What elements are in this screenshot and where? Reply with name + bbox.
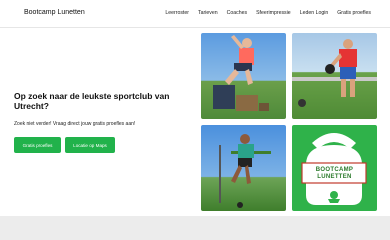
location-maps-button[interactable]: Locatie op Maps xyxy=(65,137,115,153)
hero-subtext: Zoek niet verder! Vraag direct jouw grat… xyxy=(14,121,136,127)
photo-kettlebell xyxy=(292,33,377,119)
logo-text-lunetten: LUNETTEN xyxy=(317,174,352,180)
nav-item-sfeerimpressie[interactable]: Sfeerimpressie xyxy=(256,10,291,16)
logo-text-bootcamp: BOOTCAMP xyxy=(315,167,354,173)
photo-jump xyxy=(201,125,286,211)
nav-item-leden-login[interactable]: Leden Login xyxy=(300,10,329,16)
nav-item-tarieven[interactable]: Tarieven xyxy=(198,10,218,16)
free-trial-button[interactable]: Gratis proefles xyxy=(14,137,61,153)
footer-strip xyxy=(0,216,390,240)
photo-box-jump xyxy=(201,33,286,119)
nav-item-coaches[interactable]: Coaches xyxy=(227,10,247,16)
hero-headline: Op zoek naar de leukste sportclub van Ut… xyxy=(14,91,170,111)
nav-item-gratis-proefles[interactable]: Gratis proefles xyxy=(337,10,371,16)
main-nav: Leerroster Tarieven Coaches Sfeerimpress… xyxy=(165,10,371,16)
brand-name[interactable]: Bootcamp Lunetten xyxy=(24,9,85,16)
site-header: Bootcamp Lunetten Leerroster Tarieven Co… xyxy=(0,0,390,28)
nav-item-leerroster[interactable]: Leerroster xyxy=(165,10,189,16)
